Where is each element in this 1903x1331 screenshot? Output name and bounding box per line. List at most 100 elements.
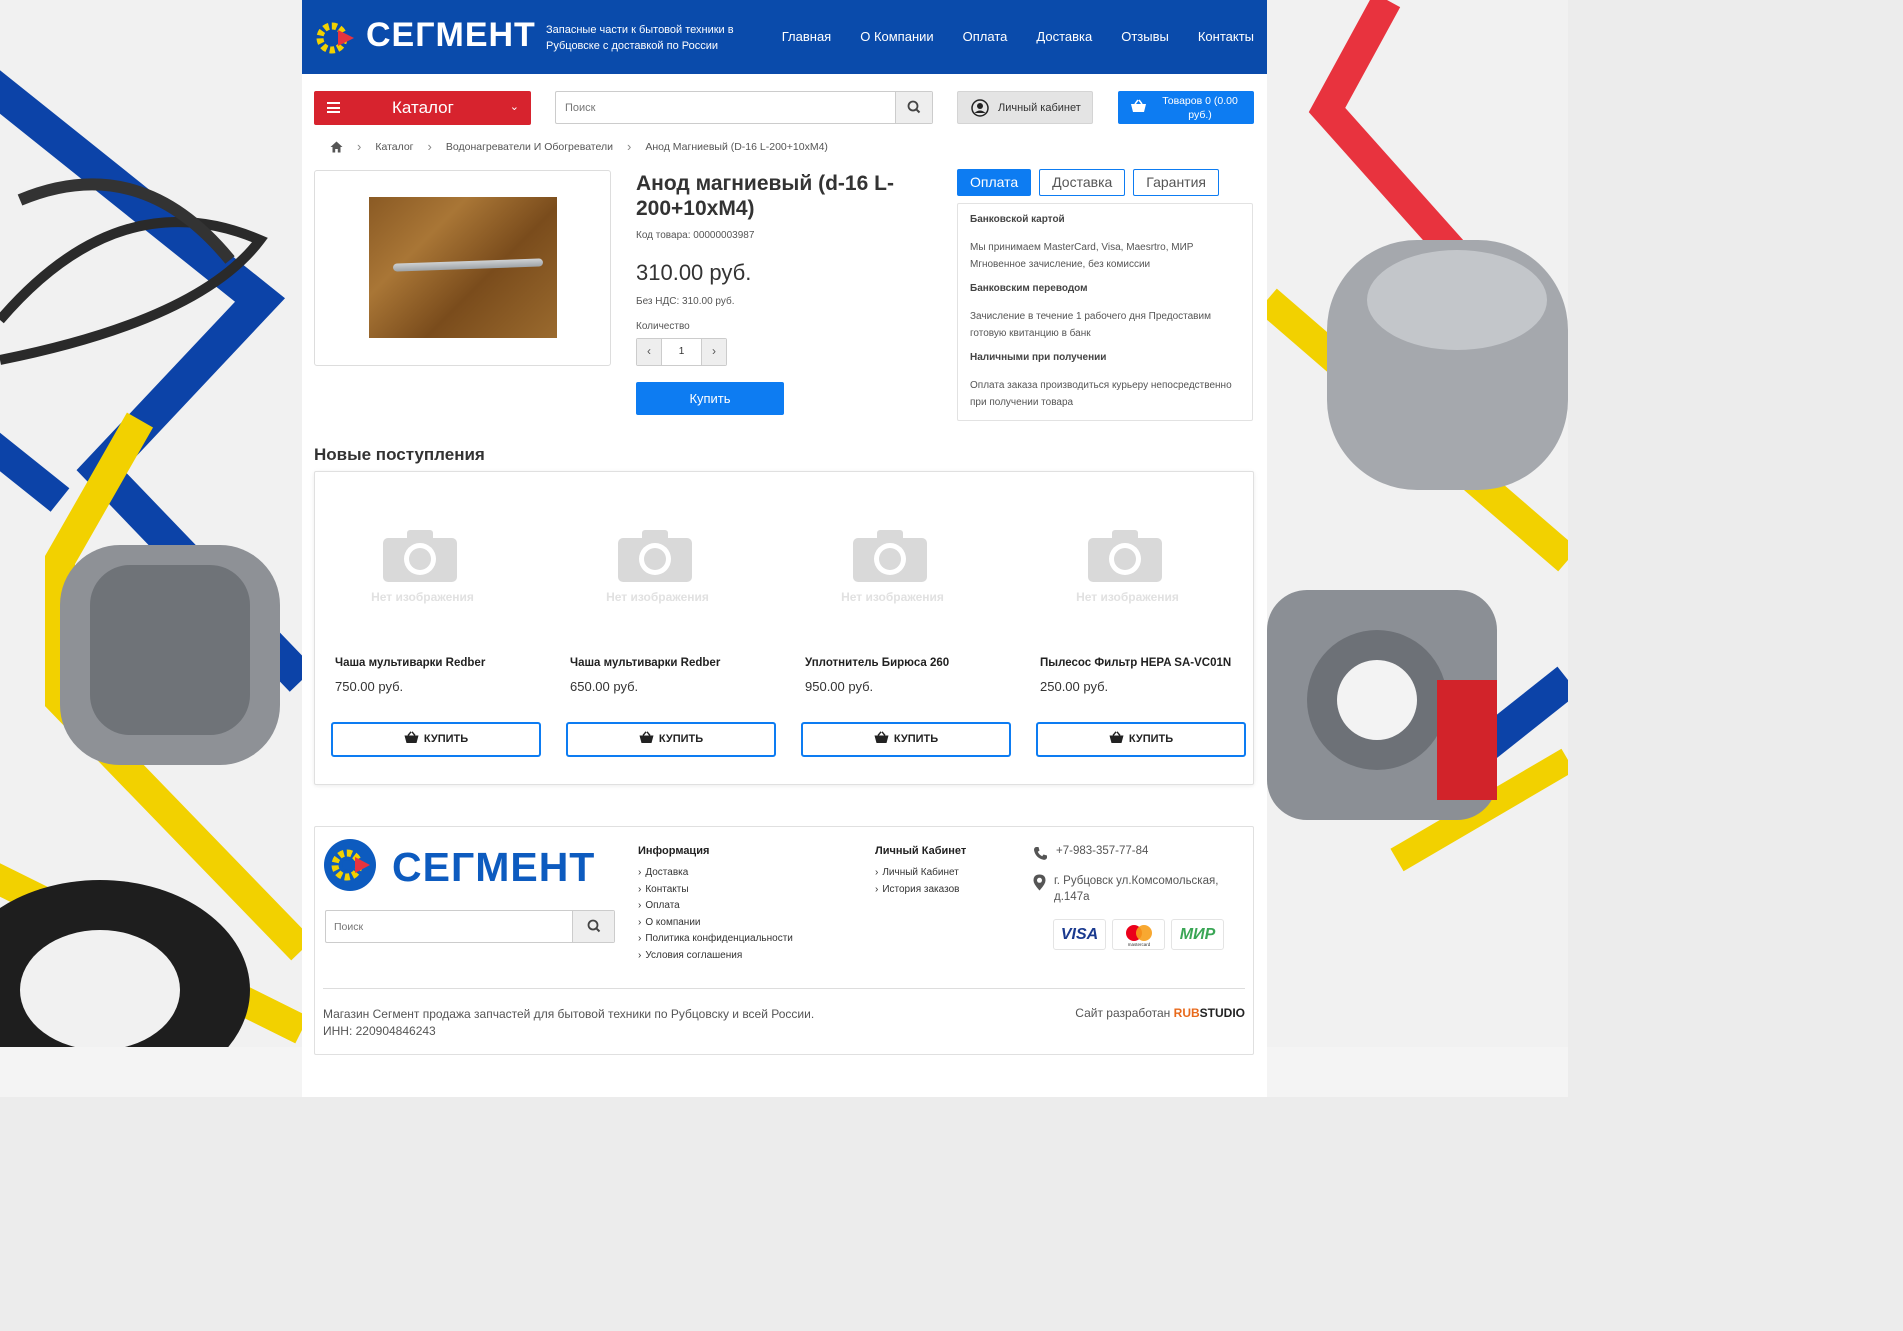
product-card-name[interactable]: Чаша мультиварки Redber <box>570 657 720 669</box>
buy-button[interactable]: Купить <box>636 382 784 415</box>
logo-gear-icon[interactable] <box>314 18 354 58</box>
footer-phone[interactable]: +7-983-357-77-84 <box>1056 845 1148 857</box>
footer-link-payment[interactable]: Оплата <box>638 898 793 915</box>
logo-text[interactable]: СЕГМЕНТ <box>366 16 536 55</box>
product-card-buy-button[interactable]: КУПИТЬ <box>566 722 776 757</box>
logo-gear-icon[interactable] <box>323 838 377 892</box>
product-card-name[interactable]: Чаша мультиварки Redber <box>335 657 485 669</box>
footer-description: Магазин Сегмент продажа запчастей для бы… <box>323 1006 814 1040</box>
no-image-label: Нет изображения <box>606 590 709 604</box>
quantity-decrease-button[interactable]: ‹ <box>637 339 662 365</box>
no-image-camera-icon <box>1088 530 1162 582</box>
nav-link-contacts[interactable]: Контакты <box>1198 29 1254 44</box>
footer-link-order-history[interactable]: История заказов <box>875 882 966 899</box>
payment-method-heading: Наличными при получении <box>970 352 1107 363</box>
developer-credit-prefix: Сайт разработан <box>1075 1006 1171 1020</box>
catalog-dropdown-button[interactable]: Каталог ⌄ <box>314 91 531 125</box>
product-card-buy-button[interactable]: КУПИТЬ <box>1036 722 1246 757</box>
footer-inn: ИНН: 220904846243 <box>323 1024 436 1038</box>
no-image-label: Нет изображения <box>841 590 944 604</box>
basket-icon <box>874 731 889 743</box>
tab-panel-payment: Банковской картой Мы принимаем MasterCar… <box>957 203 1253 421</box>
svg-text:mastercard: mastercard <box>1127 942 1150 947</box>
footer-link-privacy[interactable]: Политика конфиденциальности <box>638 931 793 948</box>
search-icon <box>907 100 921 114</box>
breadcrumb-separator: › <box>357 139 362 154</box>
cart-button[interactable]: Товаров 0 (0.00 руб.) <box>1118 91 1254 124</box>
product-card[interactable]: Нет изображения Пылесос Фильтр HEPA SA-V… <box>1020 472 1246 784</box>
footer-link-terms[interactable]: Условия соглашения <box>638 948 793 965</box>
search-button[interactable] <box>895 92 932 123</box>
footer-search <box>325 910 615 943</box>
footer-link-delivery[interactable]: Доставка <box>638 865 793 882</box>
product-card-buy-label: КУПИТЬ <box>893 733 939 745</box>
footer-link-contacts[interactable]: Контакты <box>638 882 793 899</box>
site-header: СЕГМЕНТ Запасные части к бытовой техники… <box>302 0 1267 74</box>
basket-icon <box>404 731 419 743</box>
header-tagline: Запасные части к бытовой техники в Рубцо… <box>546 24 734 52</box>
quantity-input[interactable]: 1 <box>662 346 701 357</box>
product-card-buy-label: КУПИТЬ <box>1128 733 1174 745</box>
nav-link-reviews[interactable]: Отзывы <box>1121 29 1169 44</box>
location-pin-icon <box>1033 874 1046 891</box>
new-arrivals-title: Новые поступления <box>314 445 485 464</box>
background-left-decoration <box>0 0 302 1047</box>
user-icon <box>971 99 989 117</box>
breadcrumb-catalog[interactable]: Каталог <box>375 141 413 153</box>
product-card[interactable]: Нет изображения Уплотнитель Бирюса 260 9… <box>785 472 1011 784</box>
footer-info-column: Информация Доставка Контакты Оплата О ко… <box>638 845 793 964</box>
footer-store-description: Магазин Сегмент продажа запчастей для бы… <box>323 1007 815 1021</box>
nav-link-payment[interactable]: Оплата <box>963 29 1008 44</box>
footer-search-button[interactable] <box>572 911 614 942</box>
payment-method-text: Оплата заказа производиться курьеру непо… <box>970 380 1232 408</box>
product-card-buy-button[interactable]: КУПИТЬ <box>331 722 541 757</box>
no-image-label: Нет изображения <box>371 590 474 604</box>
product-card-buy-button[interactable]: КУПИТЬ <box>801 722 1011 757</box>
product-title: Анод магниевый (d-16 L-200+10хМ4) <box>636 172 894 220</box>
product-image-frame[interactable] <box>314 170 611 366</box>
footer-info-title: Информация <box>638 845 710 857</box>
product-card-price: 950.00 руб. <box>805 679 874 694</box>
product-card-price: 650.00 руб. <box>570 679 639 694</box>
product-card[interactable]: Нет изображения Чаша мультиварки Redber … <box>550 472 776 784</box>
product-price-no-vat: Без НДС: 310.00 руб. <box>636 296 735 307</box>
product-card-price: 250.00 руб. <box>1040 679 1109 694</box>
footer-logo-text[interactable]: СЕГМЕНТ <box>392 844 595 891</box>
tab-warranty[interactable]: Гарантия <box>1133 169 1219 196</box>
payment-method-heading: Банковской картой <box>970 214 1065 225</box>
payment-method-heading: Банковским переводом <box>970 283 1088 294</box>
nav-link-home[interactable]: Главная <box>782 29 831 44</box>
footer-address: г. Рубцовск ул.Комсомольская, д.147а <box>1054 875 1219 903</box>
footer-developer-credit[interactable]: Сайт разработан RUBSTUDIO <box>1075 1006 1245 1020</box>
nav-link-delivery[interactable]: Доставка <box>1036 29 1092 44</box>
quantity-label: Количество <box>636 321 690 332</box>
nav-link-about[interactable]: О Компании <box>860 29 933 44</box>
breadcrumb-current[interactable]: Анод Магниевый (D-16 L-200+10хМ4) <box>645 141 828 153</box>
product-code: Код товара: 00000003987 <box>636 230 755 241</box>
no-image-label: Нет изображения <box>1076 590 1179 604</box>
cart-summary: Товаров 0 (0.00 руб.) <box>1162 95 1238 121</box>
product-card-name[interactable]: Уплотнитель Бирюса 260 <box>805 657 949 669</box>
quantity-increase-button[interactable]: › <box>701 339 726 365</box>
account-button[interactable]: Личный кабинет <box>957 91 1093 124</box>
mastercard-logo: mastercard <box>1112 919 1165 950</box>
home-icon[interactable] <box>330 141 343 153</box>
catalog-label: Каталог <box>392 98 454 117</box>
product-card-buy-label: КУПИТЬ <box>423 733 469 745</box>
product-card-name[interactable]: Пылесос Фильтр HEPA SA-VC01N <box>1040 657 1231 669</box>
footer-search-input[interactable] <box>326 911 571 942</box>
breadcrumb-separator: › <box>626 139 632 154</box>
basket-icon <box>1109 731 1124 743</box>
no-image-camera-icon <box>618 530 692 582</box>
footer-link-account[interactable]: Личный Кабинет <box>875 865 966 882</box>
search-input[interactable] <box>556 92 896 123</box>
quantity-stepper: ‹ 1 › <box>636 338 727 366</box>
tab-payment[interactable]: Оплата <box>957 169 1032 196</box>
breadcrumb-category[interactable]: Водонагреватели И Обогреватели <box>446 141 613 153</box>
product-photo[interactable] <box>369 197 557 338</box>
main-nav: Главная О Компании Оплата Доставка Отзыв… <box>782 29 1254 44</box>
footer-link-about[interactable]: О компании <box>638 915 793 932</box>
tab-delivery[interactable]: Доставка <box>1039 169 1126 196</box>
product-card[interactable]: Нет изображения Чаша мультиварки Redber … <box>315 472 541 784</box>
breadcrumb: › Каталог › Водонагреватели И Обогревате… <box>330 139 828 154</box>
